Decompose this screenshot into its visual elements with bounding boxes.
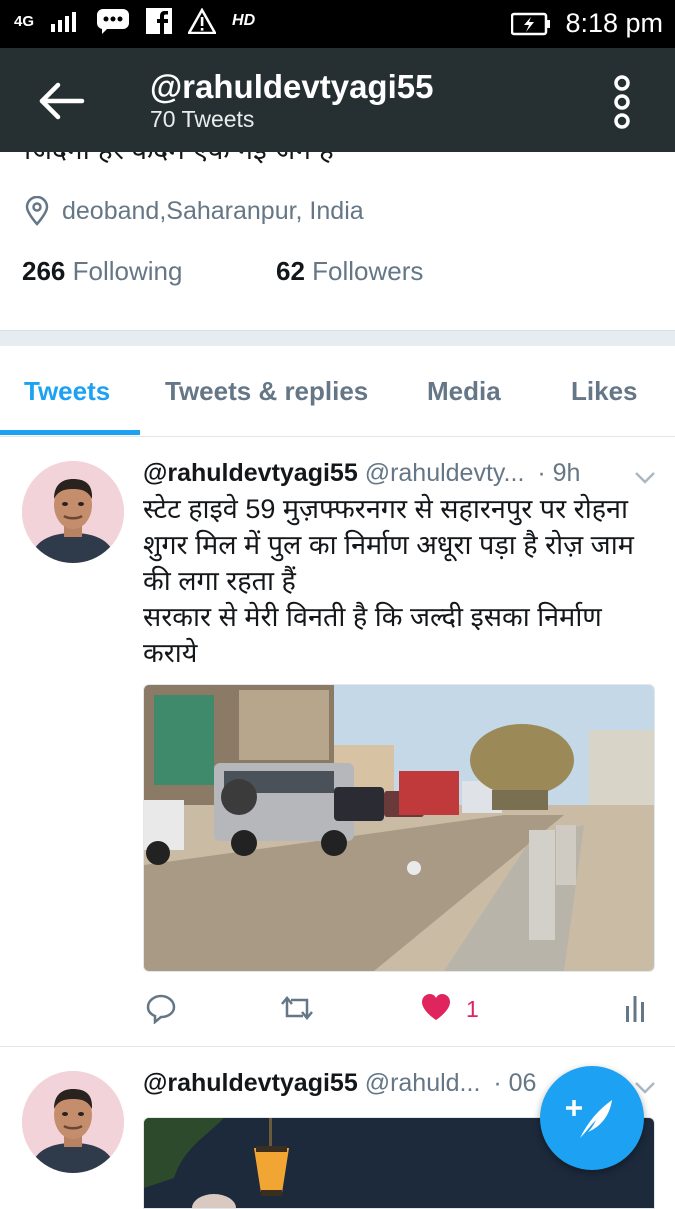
active-tab-indicator xyxy=(0,430,140,435)
tweet-header: @rahuldevtyagi55 @rahuldevty... · 9h xyxy=(143,459,580,488)
tweet-item[interactable]: @rahuldevtyagi55 @rahuldevty... · 9h स्ट… xyxy=(0,437,675,1046)
tweet-text: स्टेट हाइवे 59 मुज़फ्फरनगर से सहारनपुर प… xyxy=(143,494,634,668)
tab-media[interactable]: Media xyxy=(427,376,501,407)
tab-tweets[interactable]: Tweets xyxy=(24,376,110,407)
network-type: 4G xyxy=(14,12,35,30)
avatar[interactable] xyxy=(22,461,124,563)
following-count: 266 xyxy=(22,256,66,286)
tweet-author-name[interactable]: @rahuldevtyagi55 xyxy=(143,459,358,487)
profile-bio: जिंदगी हर कदम एक नई जंग है xyxy=(24,152,334,168)
status-bar: 4G HD 8:18 pm xyxy=(0,0,675,48)
profile-info: जिंदगी हर कदम एक नई जंग है deoband,Sahar… xyxy=(0,152,675,332)
facebook-icon xyxy=(146,8,173,34)
location-text: deoband,Saharanpur, India xyxy=(62,196,364,225)
followers-count: 62 xyxy=(276,256,305,286)
reply-icon[interactable] xyxy=(145,992,177,1024)
avatar[interactable] xyxy=(22,1071,124,1173)
following-label: Following xyxy=(72,256,183,286)
messages-icon xyxy=(97,9,130,34)
avatar-photo xyxy=(22,1071,124,1173)
tweet-photo xyxy=(144,685,654,971)
tweet-author-handle: @rahuldevty... xyxy=(364,459,525,487)
like-count: 1 xyxy=(466,996,479,1022)
following-link[interactable]: 266 Following xyxy=(22,256,182,286)
compose-feather-icon xyxy=(566,1100,612,1138)
profile-tabs: Tweets Tweets & replies Media Likes xyxy=(0,346,675,437)
signal-icon xyxy=(51,12,77,32)
tweet-author-handle: @rahuld... xyxy=(364,1069,481,1097)
chevron-down-icon[interactable] xyxy=(634,471,656,485)
more-options-icon[interactable] xyxy=(606,74,638,130)
avatar-photo xyxy=(22,461,124,563)
tab-likes[interactable]: Likes xyxy=(571,376,638,407)
hd-badge: HD xyxy=(232,12,256,29)
tweet-author-name[interactable]: @rahuldevtyagi55 xyxy=(143,1069,358,1097)
profile-location: deoband,Saharanpur, India xyxy=(24,196,364,226)
tweet-time: · 06 xyxy=(493,1069,537,1097)
analytics-icon[interactable] xyxy=(623,992,647,1022)
retweet-icon[interactable] xyxy=(279,992,315,1024)
battery-charging-icon xyxy=(511,12,551,35)
tweet-time: · 9h xyxy=(537,459,581,487)
tweet-media[interactable] xyxy=(143,684,655,972)
heart-icon[interactable] xyxy=(420,992,452,1022)
location-pin-icon xyxy=(25,196,49,226)
tweet-actions: 1 xyxy=(143,992,663,1032)
back-arrow-icon[interactable] xyxy=(36,76,86,126)
compose-tweet-button[interactable] xyxy=(540,1066,644,1170)
tweet-header: @rahuldevtyagi55 @rahuld... · 06 xyxy=(143,1069,536,1098)
tweet-count: 70 Tweets xyxy=(150,106,255,132)
followers-link[interactable]: 62 Followers xyxy=(276,256,423,287)
section-divider xyxy=(0,330,675,347)
tab-tweets-replies[interactable]: Tweets & replies xyxy=(165,376,368,407)
clock: 8:18 pm xyxy=(565,8,663,38)
profile-handle-title: @rahuldevtyagi55 xyxy=(150,68,434,105)
app-bar: @rahuldevtyagi55 70 Tweets xyxy=(0,48,675,152)
followers-label: Followers xyxy=(312,256,424,286)
warning-icon xyxy=(188,8,217,34)
profile-stats: 266 Following 62 Followers xyxy=(22,256,423,287)
